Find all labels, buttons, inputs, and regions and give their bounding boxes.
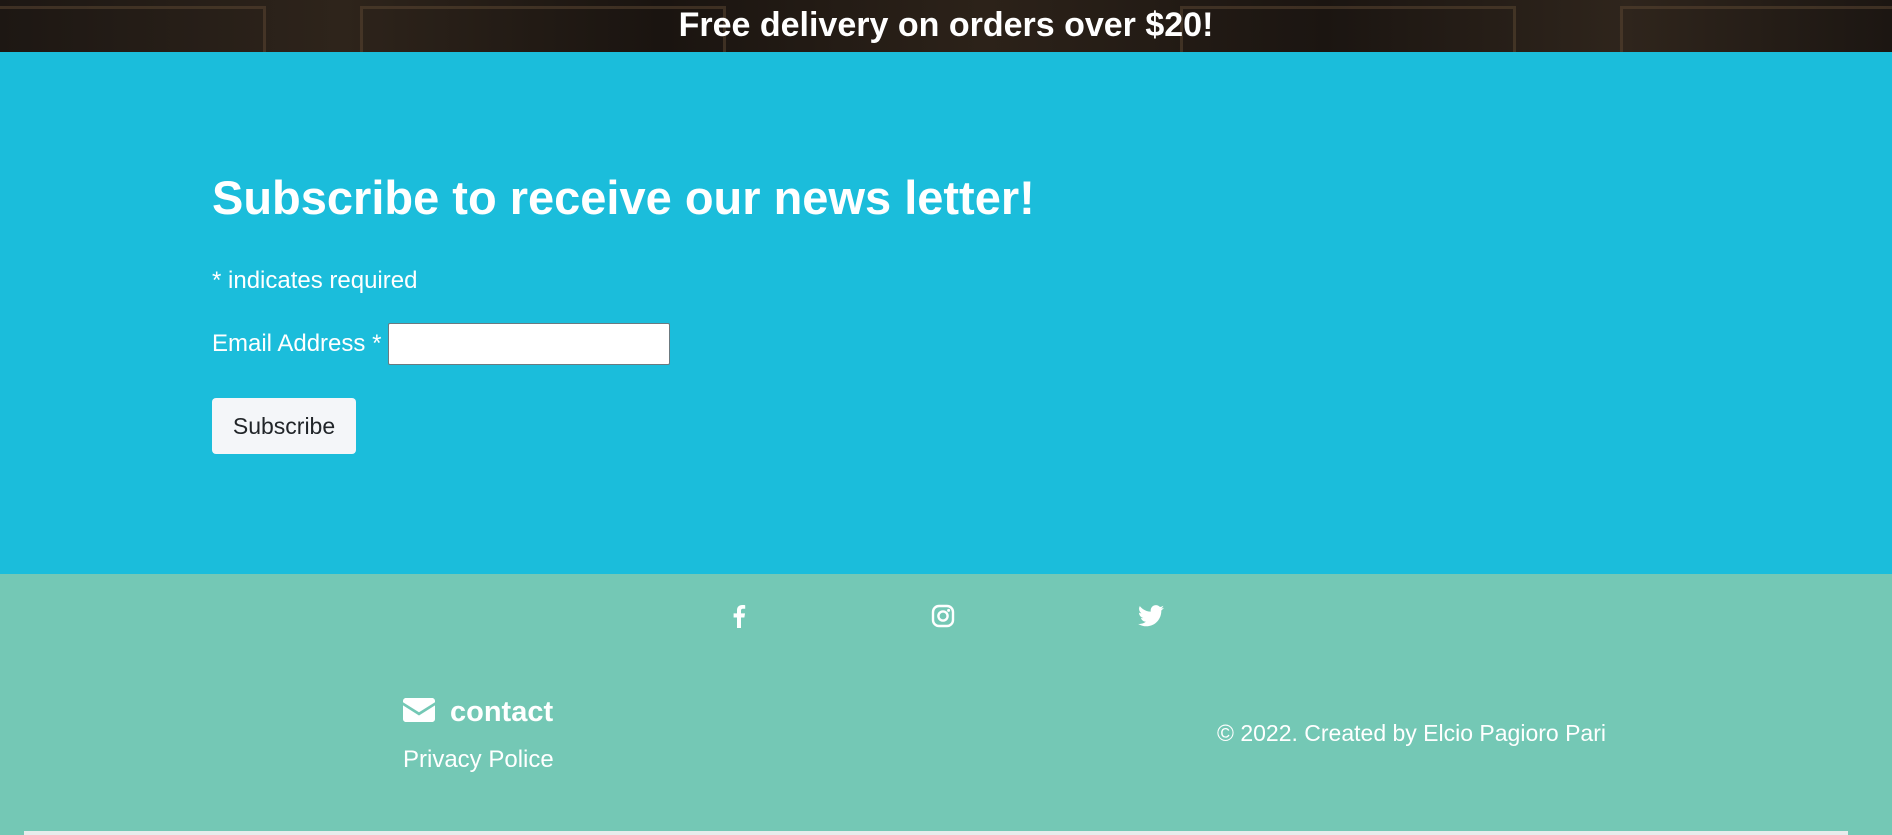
footer: contact Privacy Police © 2022. Created b… bbox=[0, 574, 1892, 835]
delivery-banner-text: Free delivery on orders over $20! bbox=[678, 6, 1214, 44]
twitter-link[interactable] bbox=[1137, 604, 1165, 632]
subscribe-button[interactable]: Subscribe bbox=[212, 398, 356, 454]
twitter-icon bbox=[1138, 604, 1164, 632]
instagram-icon bbox=[931, 604, 955, 633]
bottom-divider bbox=[24, 831, 1848, 835]
envelope-icon bbox=[403, 697, 435, 727]
required-indicator-note: * indicates required bbox=[212, 267, 418, 294]
contact-label: contact bbox=[450, 696, 554, 728]
delivery-banner: Free delivery on orders over $20! bbox=[0, 0, 1892, 52]
newsletter-title: Subscribe to receive our news letter! bbox=[212, 171, 1035, 224]
facebook-icon bbox=[732, 604, 746, 633]
email-address-label: Email Address * bbox=[212, 330, 382, 357]
privacy-policy-link[interactable]: Privacy Police bbox=[403, 745, 554, 775]
contact-link[interactable]: contact bbox=[403, 694, 553, 730]
page: Free delivery on orders over $20! Subscr… bbox=[0, 0, 1892, 835]
instagram-link[interactable] bbox=[929, 604, 957, 632]
copyright-text: © 2022. Created by Elcio Pagioro Pari bbox=[1217, 720, 1606, 746]
facebook-link[interactable] bbox=[725, 604, 753, 632]
email-address-input[interactable] bbox=[388, 323, 670, 365]
newsletter-section: Subscribe to receive our news letter! * … bbox=[0, 52, 1892, 574]
